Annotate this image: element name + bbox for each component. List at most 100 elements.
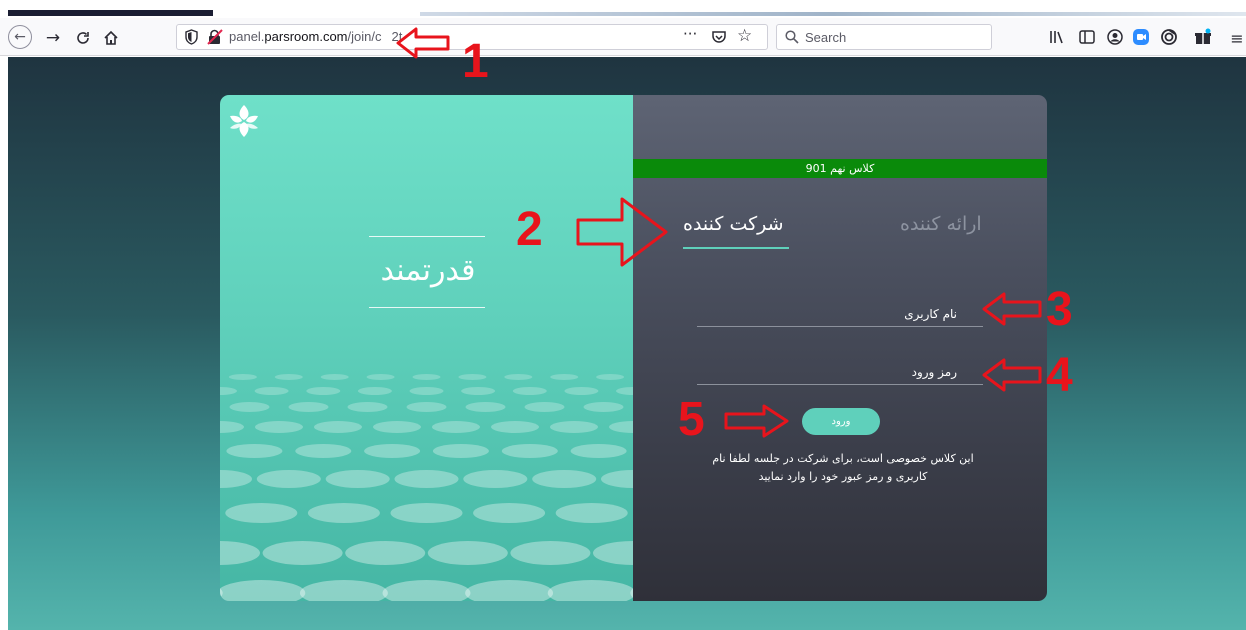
tab-participant[interactable]: شرکت کننده: [683, 213, 784, 235]
decorative-dot: [295, 444, 352, 458]
decorative-dot: [432, 444, 489, 458]
decorative-dot: [373, 421, 421, 433]
reload-icon: [77, 32, 89, 44]
decorative-dot: [274, 374, 303, 380]
decorative-dot: [406, 402, 447, 412]
hamburger-menu-icon: ≡: [1230, 28, 1244, 48]
decorative-dot: [357, 387, 392, 395]
login-button[interactable]: ورود: [802, 408, 880, 435]
decorative-dot: [254, 387, 289, 395]
decorative-dot: [583, 402, 624, 412]
annotation-arrow-1: [396, 27, 450, 59]
decorative-dot: [463, 470, 528, 488]
decorative-dot: [220, 421, 244, 433]
decorative-dot: [501, 444, 558, 458]
decorative-dot: [394, 470, 459, 488]
decorative-dot: [596, 374, 625, 380]
tagline-top-divider: [369, 236, 485, 237]
decorative-dot: [364, 444, 421, 458]
login-card: قدرتمند کلاس نهم 901 ارائه کننده شرکت کن…: [220, 95, 1047, 601]
decorative-dot: [616, 387, 633, 395]
decorative-dot: [601, 470, 633, 488]
navigation-toolbar: ← → panel.parsroom.com/join/c 2t ··· ☆ Se…: [0, 18, 1246, 56]
insecure-lock-icon[interactable]: [207, 29, 223, 45]
active-tab[interactable]: [8, 10, 213, 16]
decorative-dot: [256, 470, 321, 488]
decorative-dot: [382, 580, 471, 601]
username-field[interactable]: نام کاربری: [697, 303, 983, 327]
decorative-dot: [461, 387, 496, 395]
decorative-dot: [432, 421, 480, 433]
decorative-dot: [570, 444, 627, 458]
search-bar[interactable]: Search: [776, 24, 992, 50]
username-input[interactable]: [697, 303, 983, 326]
app-menu-button[interactable]: ≡: [1228, 25, 1246, 51]
decorative-dot: [555, 503, 628, 523]
decorative-dot: [465, 402, 506, 412]
sidebar-icon[interactable]: [1078, 28, 1096, 46]
decorative-dot: [288, 402, 329, 412]
notice-line-1: این کلاس خصوصی است، برای شرکت در جلسه لط…: [712, 452, 974, 465]
brand-panel: قدرتمند: [220, 95, 633, 601]
annotation-number-5: 5: [678, 393, 705, 446]
decorative-dot: [307, 503, 380, 523]
decorative-dots-pattern: [220, 374, 633, 601]
tagline-bottom-divider: [369, 307, 485, 308]
annotation-number-3: 3: [1046, 283, 1073, 336]
tab-presenter[interactable]: ارائه کننده: [900, 213, 982, 235]
decorative-dot: [229, 402, 270, 412]
decorative-dot: [220, 541, 260, 565]
whats-new-gift-icon[interactable]: [1194, 28, 1212, 46]
annotation-number-4: 4: [1046, 349, 1073, 402]
decorative-dot: [550, 374, 579, 380]
decorative-dot: [390, 503, 463, 523]
zoom-extension-icon[interactable]: [1132, 28, 1150, 46]
decorative-dot: [220, 387, 237, 395]
decorative-dot: [220, 580, 306, 601]
reload-button[interactable]: [70, 25, 96, 51]
class-name-banner: کلاس نهم 901: [633, 159, 1047, 178]
decorative-dot: [473, 503, 546, 523]
account-icon[interactable]: [1106, 28, 1124, 46]
forward-button[interactable]: →: [40, 25, 66, 51]
library-icon[interactable]: [1048, 28, 1066, 46]
decorative-dot: [299, 580, 388, 601]
password-field[interactable]: رمز ورود: [697, 361, 983, 385]
login-panel: کلاس نهم 901 ارائه کننده شرکت کننده نام …: [633, 95, 1047, 601]
decorative-dot: [550, 421, 598, 433]
decorative-dot: [325, 470, 390, 488]
decorative-dot: [609, 421, 633, 433]
decorative-dot: [345, 541, 426, 565]
decorative-dot: [458, 374, 487, 380]
decorative-dot: [255, 421, 303, 433]
tab-strip: [0, 0, 1246, 18]
page-actions-menu-icon[interactable]: ···: [683, 25, 697, 43]
back-button[interactable]: ←: [8, 25, 32, 49]
decorative-dot: [262, 541, 343, 565]
decorative-dot: [512, 387, 547, 395]
decorative-dot: [532, 470, 597, 488]
bookmark-star-icon[interactable]: ☆: [737, 26, 752, 46]
decorative-dot: [366, 374, 395, 380]
home-icon: [104, 30, 118, 45]
annotation-arrow-4: [982, 358, 1042, 392]
annotation-number-2: 2: [516, 203, 543, 256]
decorative-dot: [225, 503, 298, 523]
decorative-dot: [320, 374, 349, 380]
tracking-shield-icon[interactable]: [185, 29, 198, 45]
url-text[interactable]: panel.parsroom.com/join/c 2t: [229, 29, 402, 44]
decorative-dot: [510, 541, 591, 565]
decorative-dot: [409, 387, 444, 395]
home-button[interactable]: [98, 25, 124, 51]
search-placeholder: Search: [805, 30, 847, 45]
decorative-dot: [220, 470, 252, 488]
pocket-icon[interactable]: [711, 29, 727, 45]
forward-arrow-icon: →: [45, 28, 61, 48]
decorative-dot: [547, 580, 633, 601]
annotation-number-1: 1: [462, 35, 489, 88]
decorative-dot: [412, 374, 441, 380]
annotation-arrow-2: [576, 197, 668, 267]
password-input[interactable]: [697, 361, 983, 384]
tab-strip-background: [420, 12, 1246, 16]
extension-icon[interactable]: [1160, 28, 1178, 46]
